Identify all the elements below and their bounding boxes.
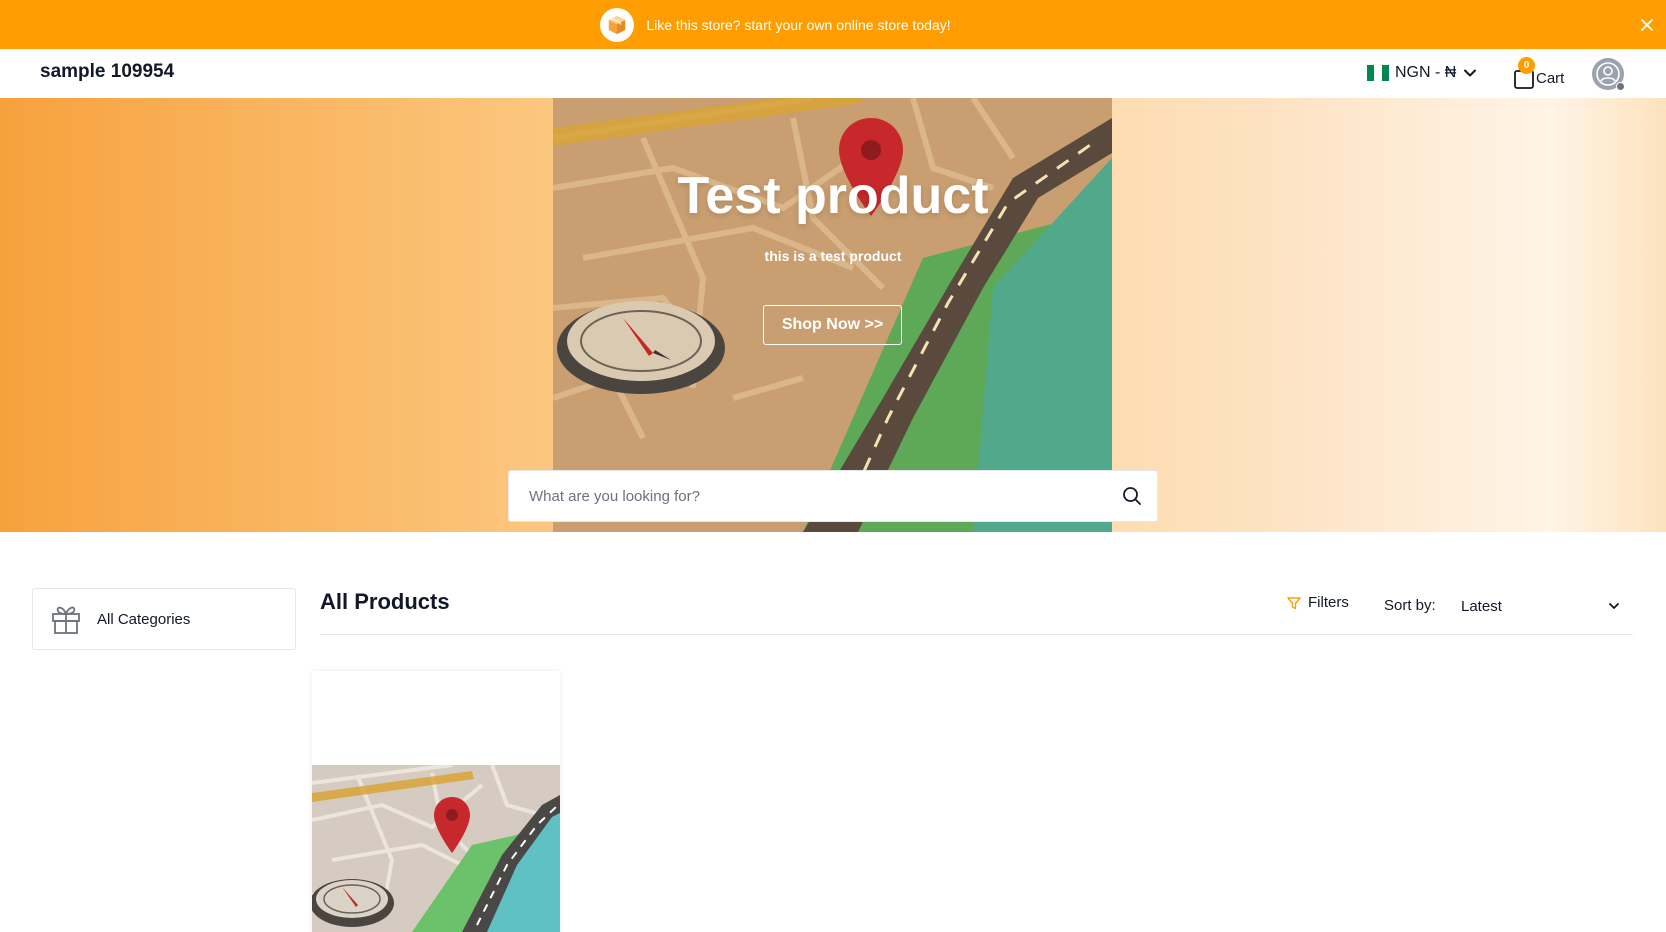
search-bar — [508, 470, 1158, 522]
promo-text[interactable]: Like this store? start your own online s… — [646, 17, 950, 33]
products-divider — [320, 634, 1633, 635]
currency-label: NGN - ₦ — [1395, 64, 1457, 81]
sort-label: Sort by: — [1384, 597, 1436, 614]
hero-banner: Test product this is a test product Shop… — [0, 98, 1666, 532]
user-avatar-icon[interactable] — [1592, 58, 1625, 91]
currency-selector[interactable]: NGN - ₦ — [1367, 64, 1478, 82]
filters-label: Filters — [1308, 594, 1349, 611]
all-categories-button[interactable]: All Categories — [32, 588, 296, 650]
chevron-down-icon — [1464, 69, 1477, 77]
site-header: sample 109954 NGN - ₦ 0 Cart — [0, 49, 1666, 98]
hero-subtitle: this is a test product — [764, 248, 902, 264]
search-input[interactable] — [509, 471, 1107, 521]
gift-icon — [52, 606, 80, 634]
cart-count-badge: 0 — [1518, 57, 1535, 74]
cart-label: Cart — [1536, 70, 1565, 87]
categories-label: All Categories — [97, 610, 191, 628]
search-icon[interactable] — [1107, 471, 1157, 521]
close-icon[interactable] — [1636, 14, 1658, 36]
product-image[interactable] — [312, 765, 560, 932]
product-card[interactable] — [312, 671, 560, 932]
sort-select[interactable]: Latest — [1461, 592, 1621, 620]
cart-button[interactable]: 0 Cart — [1512, 57, 1565, 90]
products-title: All Products — [320, 589, 450, 614]
shop-now-button[interactable]: Shop Now >> — [763, 305, 902, 345]
package-icon — [600, 7, 635, 42]
promo-content[interactable]: Like this store? start your own online s… — [600, 7, 951, 42]
hero-title: Test product — [677, 167, 989, 225]
store-name[interactable]: sample 109954 — [40, 61, 174, 83]
nigeria-flag-icon — [1367, 65, 1389, 81]
status-dot — [1616, 82, 1625, 91]
sort-value: Latest — [1461, 597, 1502, 615]
filters-button[interactable]: Filters — [1287, 594, 1349, 611]
filter-icon — [1287, 596, 1301, 609]
promo-banner: Like this store? start your own online s… — [0, 0, 1666, 49]
shopping-bag-icon: 0 — [1512, 57, 1536, 90]
chevron-down-icon — [1609, 603, 1619, 609]
